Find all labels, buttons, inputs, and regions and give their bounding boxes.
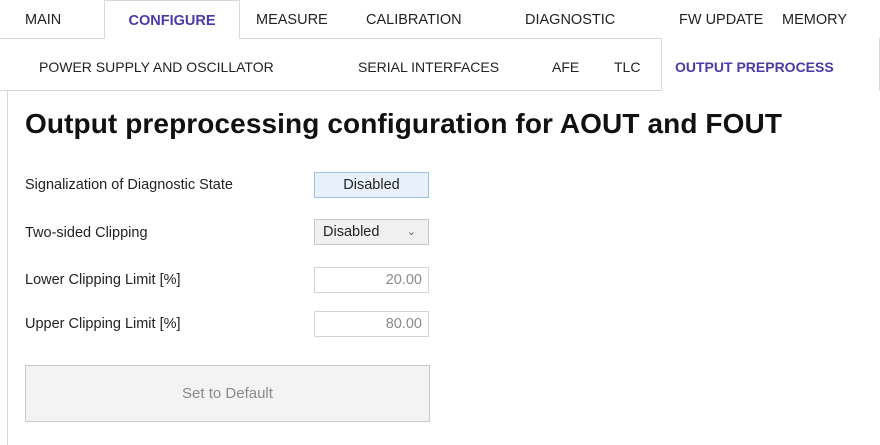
signalization-label: Signalization of Diagnostic State: [25, 177, 233, 193]
tab-memory[interactable]: MEMORY: [782, 0, 847, 38]
two-sided-clipping-value: Disabled: [323, 224, 380, 240]
upper-clipping-label: Upper Clipping Limit [%]: [25, 316, 181, 332]
chevron-down-icon: ⌄: [406, 226, 416, 238]
sub-tab-bar: POWER SUPPLY AND OSCILLATOR SERIAL INTER…: [0, 38, 880, 91]
tab-calibration[interactable]: CALIBRATION: [366, 0, 462, 38]
signalization-status-badge[interactable]: Disabled: [314, 172, 429, 198]
lower-clipping-input[interactable]: 20.00: [314, 267, 429, 293]
lower-clipping-label: Lower Clipping Limit [%]: [25, 272, 181, 288]
page: MAIN CONFIGURE MEASURE CALIBRATION DIAGN…: [0, 0, 880, 445]
subtab-tlc[interactable]: TLC: [614, 38, 640, 90]
tab-configure[interactable]: CONFIGURE: [104, 0, 240, 39]
set-to-default-button[interactable]: Set to Default: [25, 365, 430, 422]
two-sided-clipping-label: Two-sided Clipping: [25, 225, 148, 241]
top-tab-bar: MAIN CONFIGURE MEASURE CALIBRATION DIAGN…: [0, 0, 880, 39]
tab-measure[interactable]: MEASURE: [256, 0, 328, 38]
subtab-afe[interactable]: AFE: [552, 38, 579, 90]
upper-clipping-input[interactable]: 80.00: [314, 311, 429, 337]
tab-diagnostic[interactable]: DIAGNOSTIC: [525, 0, 615, 38]
tab-main[interactable]: MAIN: [25, 0, 61, 38]
tab-fw-update[interactable]: FW UPDATE: [679, 0, 763, 38]
two-sided-clipping-select[interactable]: Disabled ⌄: [314, 219, 429, 245]
subtab-power-supply[interactable]: POWER SUPPLY AND OSCILLATOR: [39, 38, 274, 90]
page-title: Output preprocessing configuration for A…: [25, 108, 783, 139]
panel-border: [7, 90, 8, 445]
subtab-serial-interfaces[interactable]: SERIAL INTERFACES: [358, 38, 499, 90]
subtab-output-preprocess[interactable]: OUTPUT PREPROCESS: [661, 38, 880, 91]
